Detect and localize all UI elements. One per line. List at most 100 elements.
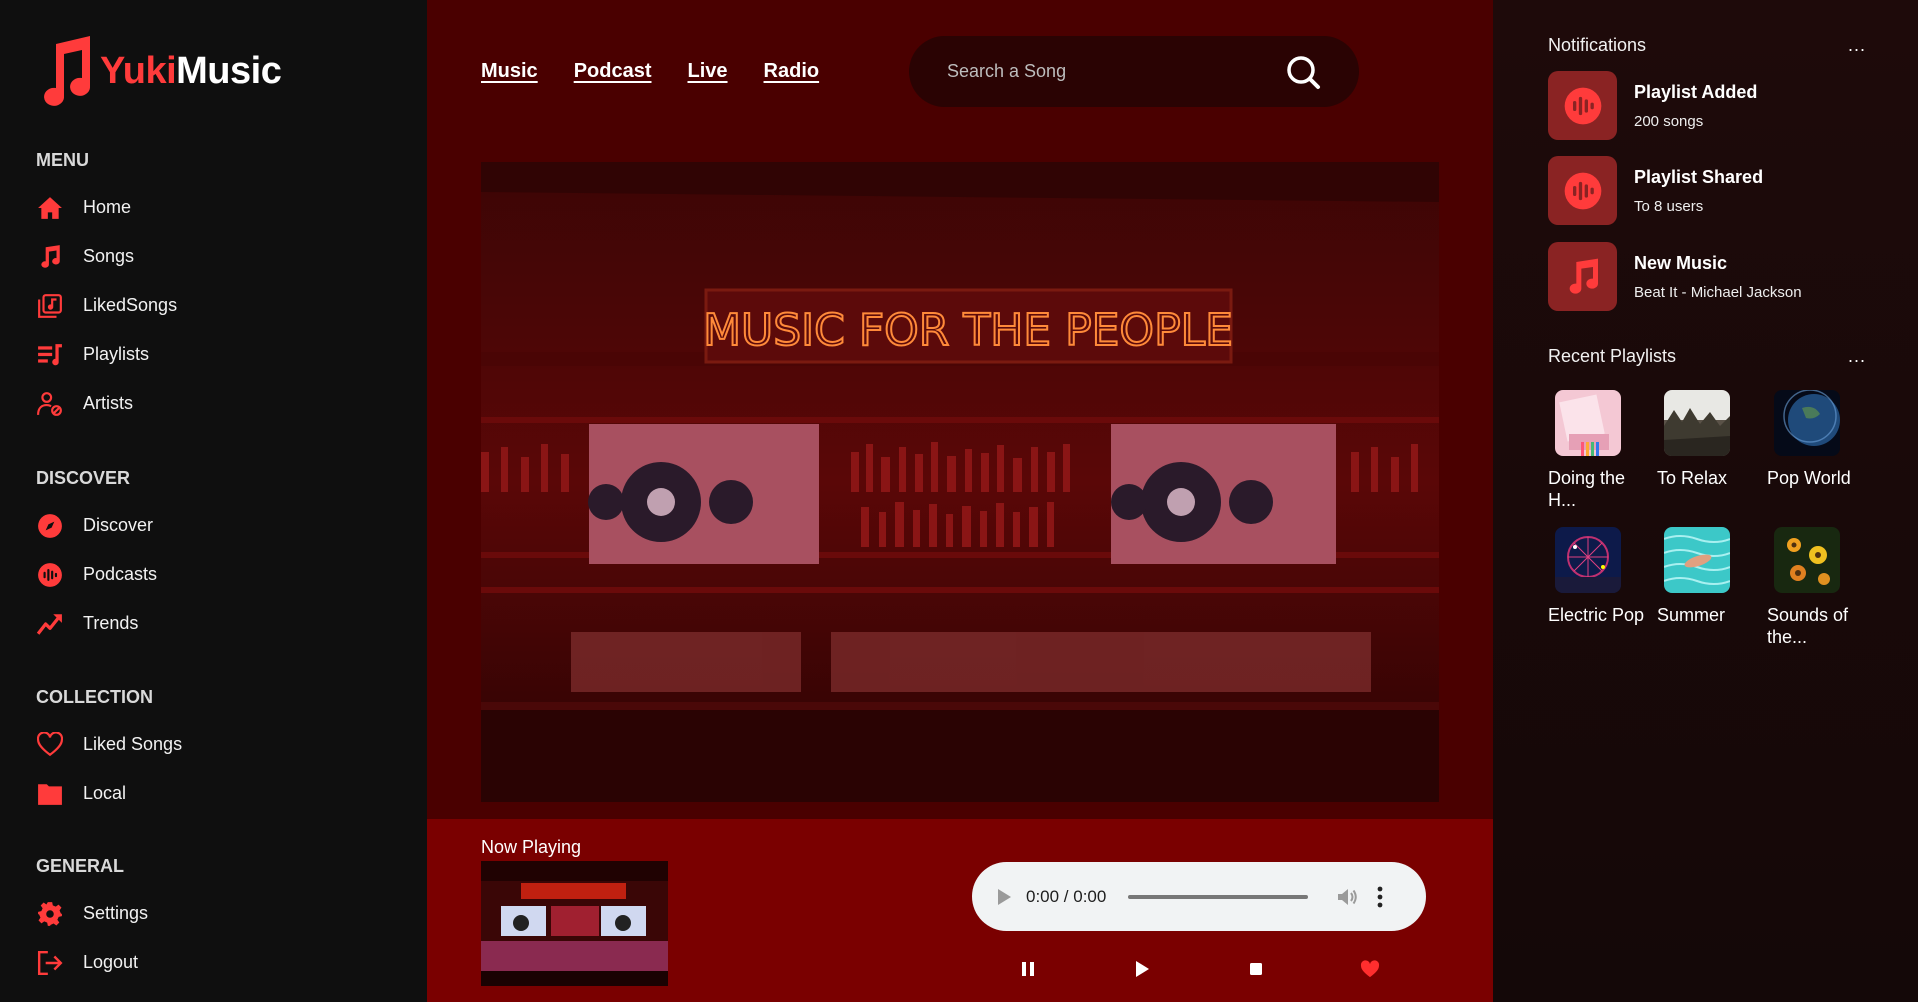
sidebar-item-label: Artists (83, 393, 134, 413)
play-button[interactable] (1122, 949, 1162, 989)
sidebar-item-label: Discover (83, 515, 154, 535)
notification-item[interactable]: Playlist Shared To 8 users (1548, 156, 1763, 225)
sidebar-item-artists[interactable]: Artists (36, 379, 177, 428)
brand-part2: Music (176, 49, 282, 92)
notifications-title: Notifications (1548, 35, 1647, 55)
gear-icon (36, 900, 64, 928)
audio-player: 0:00 / 0:00 (972, 862, 1426, 931)
pause-button[interactable] (1008, 949, 1048, 989)
play-icon (1136, 961, 1149, 977)
brand-part1: Yuki (100, 49, 177, 92)
brand-name: YukiMusic (100, 49, 282, 93)
progress-track[interactable] (1128, 894, 1309, 899)
playlist-card[interactable]: Summer (1657, 527, 1767, 626)
notification-subtitle: To 8 users (1634, 197, 1704, 215)
playlist-name: Pop World (1767, 468, 1851, 488)
notification-item[interactable]: New Music Beat It - Michael Jackson (1548, 242, 1802, 311)
play-icon[interactable] (994, 887, 1014, 907)
app-logo[interactable]: YukiMusic (34, 34, 282, 108)
volume-icon[interactable] (1336, 885, 1360, 909)
tab-podcast[interactable]: Podcast (574, 60, 652, 83)
playlist-cover (1555, 390, 1621, 456)
search-icon[interactable] (1285, 54, 1321, 90)
playlist-card[interactable]: Doing the H... (1548, 390, 1658, 511)
notification-thumbnail (1548, 71, 1617, 140)
home-icon (36, 194, 64, 222)
playlist-card[interactable]: Sounds of the... (1767, 527, 1877, 648)
heart-icon (36, 731, 64, 759)
recent-playlists-more-button[interactable]: ... (1848, 346, 1866, 367)
nav-section-discover: DISCOVER Discover Podcasts Trends (36, 468, 157, 648)
tab-live[interactable]: Live (688, 60, 728, 83)
heart-icon (1360, 960, 1380, 978)
more-options-icon[interactable] (1376, 886, 1384, 908)
playlist-cover (1663, 527, 1731, 593)
now-playing-label: Now Playing (481, 837, 582, 857)
compass-icon (36, 512, 64, 540)
podcast-icon (36, 561, 64, 589)
sidebar-item-label: LikedSongs (83, 295, 178, 315)
search-bar (909, 36, 1359, 107)
notification-item[interactable]: Playlist Added 200 songs (1548, 71, 1757, 140)
sidebar-item-label: Trends (83, 613, 139, 633)
folder-icon (36, 780, 64, 808)
now-playing-thumbnail[interactable] (481, 861, 668, 986)
recent-playlists-title: Recent Playlists (1548, 346, 1677, 366)
like-button[interactable] (1350, 949, 1390, 989)
notification-subtitle: 200 songs (1634, 112, 1704, 130)
sidebar-item-home[interactable]: Home (36, 183, 177, 232)
nav-heading: GENERAL (36, 856, 125, 876)
sidebar-item-label: Songs (83, 246, 135, 266)
sidebar: YukiMusic MENU Home Songs LikedSongs Pla… (0, 0, 427, 1002)
sidebar-item-trends[interactable]: Trends (36, 599, 157, 648)
music-library-icon (36, 292, 64, 320)
playlist-name: Doing the H... (1548, 468, 1626, 510)
hero-banner-image: MUSIC FOR THE PEOPLE (481, 162, 1439, 802)
notifications-more-button[interactable]: ... (1848, 35, 1866, 56)
tab-music[interactable]: Music (481, 60, 538, 83)
notifications-header: Notifications ... (1548, 35, 1866, 56)
tab-radio[interactable]: Radio (764, 60, 820, 83)
playlist-name: Sounds of the... (1767, 605, 1849, 647)
sidebar-item-local[interactable]: Local (36, 769, 182, 818)
sidebar-item-podcasts[interactable]: Podcasts (36, 550, 157, 599)
notification-title: Playlist Added (1634, 81, 1758, 102)
stop-button[interactable] (1236, 949, 1276, 989)
stop-icon (1250, 963, 1262, 975)
nav-heading: COLLECTION (36, 687, 153, 707)
sidebar-item-logout[interactable]: Logout (36, 938, 148, 987)
notification-title: Playlist Shared (1634, 166, 1764, 187)
sidebar-item-discover[interactable]: Discover (36, 501, 157, 550)
search-input[interactable] (947, 61, 1285, 82)
top-nav: Music Podcast Live Radio (481, 60, 819, 83)
sidebar-item-playlists[interactable]: Playlists (36, 330, 177, 379)
sidebar-item-liked-songs[interactable]: Liked Songs (36, 720, 182, 769)
logout-icon (36, 949, 64, 977)
nav-section-menu: MENU Home Songs LikedSongs Playlists Art… (36, 150, 177, 428)
nav-section-collection: COLLECTION Liked Songs Local (36, 687, 182, 818)
trend-up-icon (36, 610, 64, 638)
playlist-card[interactable]: To Relax (1657, 390, 1767, 489)
sidebar-item-label: Podcasts (83, 564, 158, 584)
main-content: Music Podcast Live Radio MU (427, 0, 1493, 819)
recent-playlists-header: Recent Playlists ... (1548, 346, 1866, 367)
artist-icon (36, 390, 64, 418)
sidebar-item-likedsongs[interactable]: LikedSongs (36, 281, 177, 330)
sidebar-item-label: Settings (83, 903, 149, 923)
music-note-icon (36, 243, 64, 271)
playlist-name: Summer (1657, 605, 1726, 625)
playlist-cover (1774, 527, 1840, 593)
time-display: 0:00 / 0:00 (1026, 886, 1107, 906)
playlist-cover (1555, 527, 1621, 593)
sidebar-item-songs[interactable]: Songs (36, 232, 177, 281)
notification-title: New Music (1634, 252, 1728, 273)
playlist-card[interactable]: Pop World (1767, 389, 1877, 489)
sidebar-item-settings[interactable]: Settings (36, 889, 148, 938)
playlist-cover (1774, 389, 1840, 456)
playlist-icon (36, 341, 64, 369)
music-note-icon (1569, 258, 1598, 294)
podcast-icon (1564, 87, 1601, 124)
playlist-card[interactable]: Electric Pop (1548, 527, 1658, 626)
nav-heading: DISCOVER (36, 468, 131, 488)
right-panel: Notifications ... Playlist Added 200 son… (1493, 0, 1918, 1002)
